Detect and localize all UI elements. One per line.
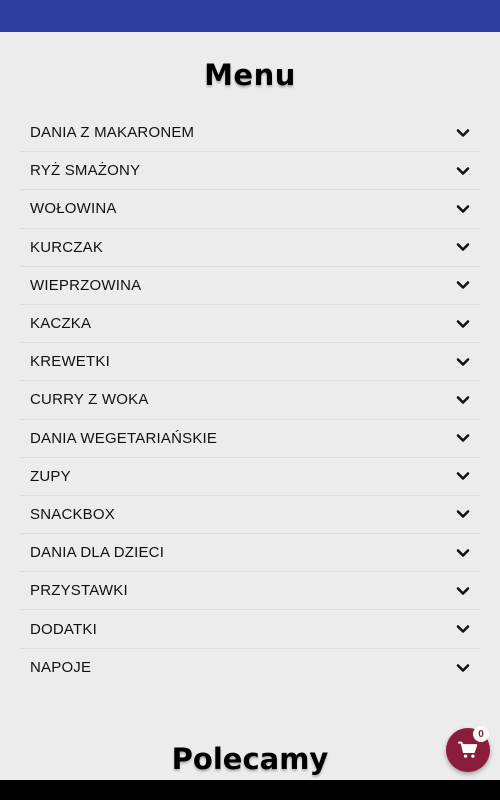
menu-category-item[interactable]: SNACKBOX: [20, 496, 480, 535]
menu-category-label: NAPOJE: [30, 659, 92, 677]
menu-category-label: CURRY Z WOKA: [30, 391, 149, 409]
menu-category-item[interactable]: RYŻ SMAŻONY: [20, 152, 480, 191]
menu-category-label: KURCZAK: [30, 238, 104, 256]
menu-category-item[interactable]: KREWETKI: [20, 343, 480, 382]
menu-category-label: SNACKBOX: [30, 505, 115, 523]
chevron-down-icon[interactable]: [456, 661, 470, 675]
cart-icon: [458, 741, 478, 758]
menu-category-item[interactable]: DANIA DLA DZIECI: [20, 534, 480, 573]
chevron-down-icon[interactable]: [456, 431, 470, 445]
menu-category-label: WOŁOWINA: [30, 200, 117, 218]
chevron-down-icon[interactable]: [456, 507, 470, 521]
menu-category-label: DANIA WEGETARIAŃSKIE: [30, 429, 218, 447]
menu-category-label: DODATKI: [30, 620, 97, 638]
menu-category-label: RYŻ SMAŻONY: [30, 162, 141, 180]
menu-category-label: KACZKA: [30, 315, 92, 333]
menu-category-item[interactable]: NAPOJE: [20, 649, 480, 687]
menu-category-item[interactable]: PRZYSTAWKI: [20, 572, 480, 611]
menu-category-item[interactable]: DANIA WEGETARIAŃSKIE: [20, 420, 480, 458]
menu-category-label: ZUPY: [30, 467, 71, 485]
top-bar: [0, 0, 500, 32]
chevron-down-icon[interactable]: [456, 164, 470, 178]
cart-count-badge: 0: [473, 726, 489, 742]
menu-category-item[interactable]: DANIA Z MAKARONEM: [20, 114, 480, 153]
chevron-down-icon[interactable]: [456, 202, 470, 216]
menu-category-label: PRZYSTAWKI: [30, 582, 128, 600]
menu-category-item[interactable]: ZUPY: [20, 458, 480, 496]
chevron-down-icon[interactable]: [456, 278, 470, 292]
chevron-down-icon[interactable]: [456, 584, 470, 598]
chevron-down-icon[interactable]: [456, 546, 470, 560]
menu-category-item[interactable]: KACZKA: [20, 305, 480, 344]
menu-category-item[interactable]: WOŁOWINA: [20, 190, 480, 229]
menu-category-label: DANIA Z MAKARONEM: [30, 124, 195, 142]
menu-title: Menu: [204, 58, 296, 92]
bottom-bar: [0, 780, 500, 800]
menu-category-item[interactable]: WIEPRZOWINA: [20, 267, 480, 305]
chevron-down-icon[interactable]: [456, 355, 470, 369]
menu-category-label: WIEPRZOWINA: [30, 276, 142, 294]
chevron-down-icon[interactable]: [456, 240, 470, 254]
menu-category-item[interactable]: KURCZAK: [20, 229, 480, 267]
chevron-down-icon[interactable]: [456, 622, 470, 636]
chevron-down-icon[interactable]: [456, 469, 470, 483]
recommended-section-title: Polecamy: [171, 742, 329, 776]
menu-category-item[interactable]: DODATKI: [20, 610, 480, 649]
menu-category-label: KREWETKI: [30, 353, 110, 371]
chevron-down-icon[interactable]: [456, 317, 470, 331]
chevron-down-icon[interactable]: [456, 126, 470, 140]
cart-button[interactable]: 0: [446, 726, 490, 772]
menu-category-list: DANIA Z MAKARONEM RYŻ SMAŻONY WOŁOWINA KURC…: [20, 114, 480, 687]
menu-category-label: DANIA DLA DZIECI: [30, 544, 165, 562]
menu-category-item[interactable]: CURRY Z WOKA: [20, 381, 480, 420]
chevron-down-icon[interactable]: [456, 393, 470, 407]
